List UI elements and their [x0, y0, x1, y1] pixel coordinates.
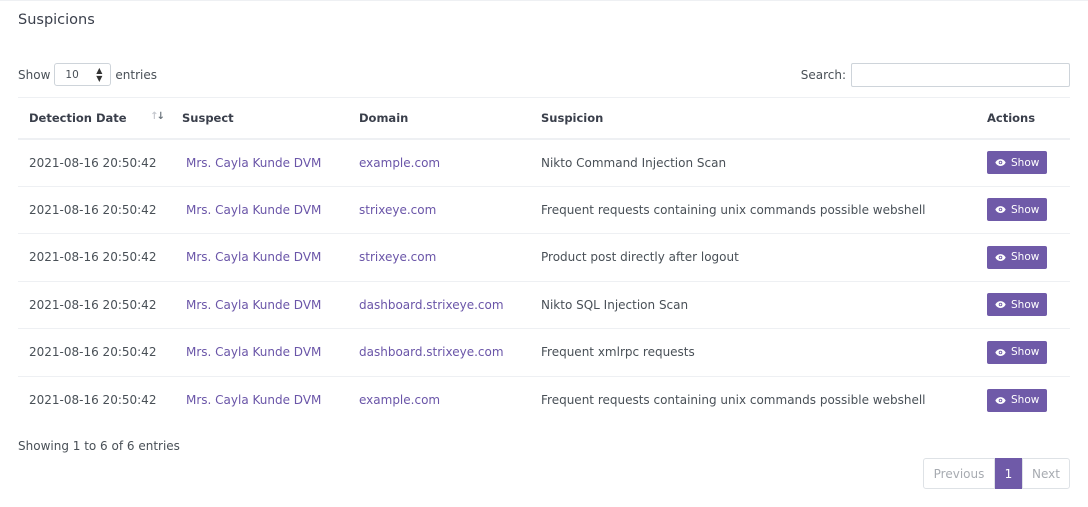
domain-link[interactable]: example.com	[359, 393, 440, 407]
suspect-link[interactable]: Mrs. Cayla Kunde DVM	[182, 345, 321, 359]
eye-icon	[995, 253, 1006, 261]
select-caret-icon: ▲ ▼	[96, 65, 103, 83]
suspicion-cell: Nikto Command Injection Scan	[530, 138, 976, 187]
page-length-value: 10	[65, 68, 79, 81]
table-row: 2021-08-16 20:50:42 Mrs. Cayla Kunde DVM…	[18, 328, 1070, 377]
column-label: Suspect	[182, 110, 234, 125]
page-length-select[interactable]: 10 ▲ ▼	[54, 63, 112, 86]
suspicion-cell: Product post directly after logout	[530, 233, 976, 282]
domain-link[interactable]: strixeye.com	[359, 203, 436, 217]
column-label: Actions	[987, 110, 1036, 125]
domain-link[interactable]: strixeye.com	[359, 250, 436, 264]
column-header-domain[interactable]: Domain	[348, 97, 530, 140]
column-label: Domain	[359, 110, 409, 125]
entries-label: entries	[115, 67, 157, 82]
show-label: Show	[1011, 156, 1040, 169]
suspicion-cell: Frequent requests containing unix comman…	[530, 186, 976, 234]
pagination: Previous 1 Next	[923, 458, 1070, 489]
show-label: Show	[1011, 394, 1040, 406]
domain-link[interactable]: dashboard.strixeye.com	[359, 298, 504, 312]
suspicion-cell: Frequent requests containing unix comman…	[541, 393, 926, 407]
show-button[interactable]: Show	[987, 388, 1048, 412]
detection-date-cell: 2021-08-16 20:50:42	[29, 393, 157, 407]
suspect-link[interactable]: Mrs. Cayla Kunde DVM	[182, 393, 321, 407]
eye-icon	[995, 159, 1006, 166]
eye-icon	[995, 348, 1006, 356]
page-title: Suspicions	[18, 12, 95, 28]
eye-icon	[995, 301, 1006, 309]
suspect-link[interactable]: Mrs. Cayla Kunde DVM	[182, 298, 321, 312]
column-header-actions: Actions	[976, 97, 1070, 140]
show-button[interactable]: Show	[987, 293, 1048, 317]
page-1-button[interactable]: 1	[995, 458, 1022, 489]
show-label: Show	[1011, 251, 1040, 264]
table-row: 2021-08-16 20:50:42 Mrs. Cayla Kunde DVM…	[18, 376, 1070, 424]
show-label: Show	[18, 67, 51, 82]
suspicions-card: Suspicions Show 10 ▲ ▼ entries Search: De…	[0, 0, 1088, 507]
show-label: Show	[1011, 203, 1040, 216]
suspicion-cell: Frequent xmlrpc requests	[530, 328, 976, 377]
detection-date-cell: 2021-08-16 20:50:42	[18, 186, 171, 234]
detection-date-cell: 2021-08-16 20:50:42	[18, 281, 171, 329]
page-length-control: Show 10 ▲ ▼ entries	[18, 63, 157, 86]
eye-icon	[995, 206, 1006, 214]
show-button[interactable]: Show	[987, 198, 1048, 222]
suspicions-table: Detection Date ↑↓ Suspect Domain Suspici…	[18, 97, 1070, 424]
suspect-link[interactable]: Mrs. Cayla Kunde DVM	[182, 203, 321, 217]
suspect-link[interactable]: Mrs. Cayla Kunde DVM	[182, 250, 321, 264]
suspect-link[interactable]: Mrs. Cayla Kunde DVM	[182, 156, 321, 170]
table-row: 2021-08-16 20:50:42 Mrs. Cayla Kunde DVM…	[18, 281, 1070, 329]
table-info: Showing 1 to 6 of 6 entries	[18, 439, 180, 453]
table-row: 2021-08-16 20:50:42 Mrs. Cayla Kunde DVM…	[18, 138, 1070, 187]
suspicion-cell: Nikto SQL Injection Scan	[530, 281, 976, 329]
search-input[interactable]	[851, 63, 1070, 87]
column-label: Suspicion	[541, 110, 604, 125]
show-label: Show	[1011, 298, 1040, 311]
next-page-button[interactable]: Next	[1022, 458, 1070, 489]
previous-page-button[interactable]: Previous	[923, 458, 995, 489]
domain-link[interactable]: example.com	[359, 156, 440, 170]
show-button[interactable]: Show	[987, 151, 1048, 174]
column-header-suspicion[interactable]: Suspicion	[530, 97, 976, 140]
column-header-suspect[interactable]: Suspect	[171, 97, 348, 140]
search-label: Search:	[800, 68, 846, 82]
eye-icon	[995, 396, 1006, 404]
show-button[interactable]: Show	[987, 245, 1048, 269]
show-label: Show	[1011, 346, 1040, 359]
column-header-detection-date[interactable]: Detection Date ↑↓	[18, 97, 171, 140]
detection-date-cell: 2021-08-16 20:50:42	[18, 328, 171, 377]
table-row: 2021-08-16 20:50:42 Mrs. Cayla Kunde DVM…	[18, 233, 1070, 282]
detection-date-cell: 2021-08-16 20:50:42	[18, 233, 171, 282]
domain-link[interactable]: dashboard.strixeye.com	[359, 345, 504, 359]
search-control: Search:	[801, 63, 1070, 87]
table-row: 2021-08-16 20:50:42 Mrs. Cayla Kunde DVM…	[18, 186, 1070, 234]
column-label: Detection Date	[29, 110, 127, 125]
table-header-row: Detection Date ↑↓ Suspect Domain Suspici…	[18, 97, 1070, 140]
detection-date-cell: 2021-08-16 20:50:42	[18, 138, 171, 187]
sort-icon: ↑↓	[150, 111, 165, 122]
show-button[interactable]: Show	[987, 340, 1048, 364]
